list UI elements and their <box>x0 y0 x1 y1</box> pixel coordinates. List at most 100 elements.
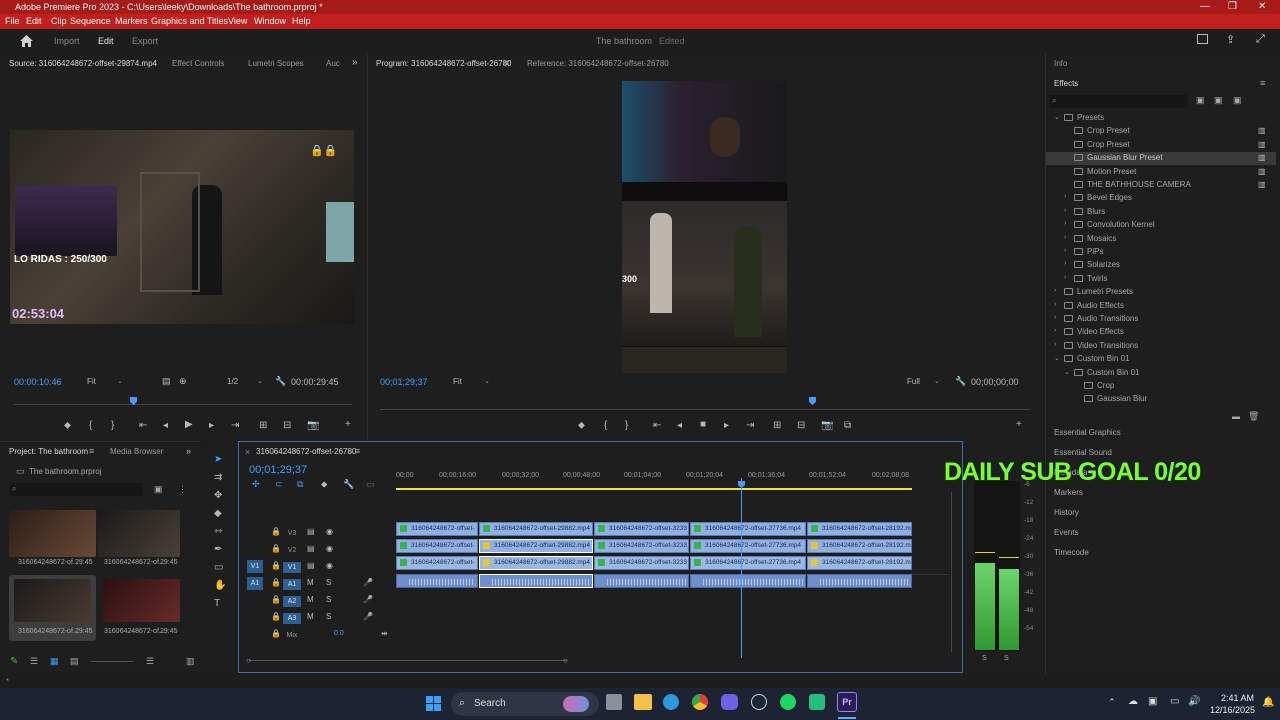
icon-view-icon[interactable]: ▦ <box>50 656 59 667</box>
snap-icon[interactable]: ✣ <box>252 479 260 490</box>
discord-icon[interactable] <box>721 694 738 710</box>
close-icon[interactable]: × <box>245 447 250 457</box>
type-tool-icon[interactable]: T <box>214 598 220 609</box>
effects-tree-item[interactable]: › Audio Transitions <box>1046 313 1276 326</box>
maximize-icon[interactable]: ❐ <box>1228 1 1237 12</box>
menu-edit[interactable]: Edit <box>26 16 42 26</box>
source-patch-toggle[interactable]: A1 <box>247 577 263 590</box>
add-marker-icon[interactable]: ⬥ <box>64 420 71 431</box>
premiere-pro-icon[interactable]: Pr <box>837 692 857 712</box>
go-to-in-icon[interactable]: ⇤ <box>653 420 661 431</box>
timeline-clip[interactable]: 316064248672-offset-28192.m <box>807 539 912 553</box>
timeline-clip[interactable]: 316064248672-offset-28192.m <box>807 556 912 570</box>
effects-tree-item[interactable]: ⌄ Custom Bin 01 <box>1046 367 1276 380</box>
track-header[interactable]: V1 🔒 V1 ▤ ◉ <box>239 560 396 575</box>
timeline-clip[interactable]: 316064248672-offset-29882.mp4 <box>479 556 593 570</box>
effects-tree-item[interactable]: › Twirls <box>1046 273 1276 286</box>
cloud-icon[interactable]: ☁ <box>1128 696 1138 707</box>
track-header[interactable]: 🔒 A2 M S 🎤 <box>239 594 396 609</box>
mute-button[interactable]: M <box>307 578 314 587</box>
effects-tree-item[interactable]: › Audio Effects <box>1046 300 1276 313</box>
effects-tree-item[interactable]: › Lumetri Presets <box>1046 286 1276 299</box>
chevron-right-icon[interactable]: › <box>1064 220 1066 227</box>
effects-tree-item[interactable]: Crop Preset ▥ <box>1046 139 1276 152</box>
panel-menu-icon[interactable]: ≡ <box>89 446 94 456</box>
menu-sequence[interactable]: Sequence <box>70 16 111 26</box>
track-header[interactable]: 🔒 V2 ▤ ◉ <box>239 543 396 558</box>
linked-selection-icon[interactable]: ⊂ <box>275 479 283 490</box>
chevron-down-icon[interactable]: ⌄ <box>1064 368 1070 376</box>
play-icon[interactable]: ▶ <box>185 419 193 430</box>
step-forward-icon[interactable]: ▸ <box>209 420 214 431</box>
delete-icon[interactable]: 🗑 <box>1248 411 1259 422</box>
ripple-edit-icon[interactable]: ✥ <box>214 490 222 501</box>
share-icon[interactable]: ⇪ <box>1226 33 1235 46</box>
microphone-icon[interactable]: 🎤 <box>363 595 373 604</box>
tab-project[interactable]: Project: The bathroom <box>9 447 88 456</box>
windows-start-icon[interactable] <box>426 696 441 711</box>
camera-icon[interactable]: 📷 <box>821 420 833 431</box>
effects-tree-item[interactable]: › Bevel Edges <box>1046 192 1276 205</box>
lock-icon[interactable]: 🔒 <box>271 612 281 621</box>
audio-clip[interactable] <box>479 574 593 588</box>
workspace-icon[interactable] <box>1197 34 1208 44</box>
project-thumbnail[interactable] <box>98 510 180 557</box>
lock-icon[interactable]: 🔒 <box>271 544 281 553</box>
lock-icon[interactable]: 🔒 <box>271 595 281 604</box>
timeline-clip[interactable]: 316064248672-offset-27736.mp4 <box>690 556 806 570</box>
chevron-right-icon[interactable]: › <box>1064 193 1066 200</box>
mute-button[interactable]: M <box>307 612 314 621</box>
tab-import[interactable]: Import <box>54 36 80 46</box>
extract-icon[interactable]: ⊟ <box>797 420 805 431</box>
eye-icon[interactable]: ◉ <box>326 561 333 570</box>
chevron-up-icon[interactable]: ⌃ <box>1108 697 1116 708</box>
accelerated-effects-icon[interactable]: ▣ <box>1196 95 1205 106</box>
timeline-clip[interactable]: 316064248672-offset-29882.mp4 <box>479 522 593 536</box>
panel-tab[interactable]: Timecode <box>1054 548 1089 557</box>
pencil-icon[interactable]: ✎ <box>10 656 18 667</box>
chevron-down-icon[interactable]: ⌄ <box>117 377 123 385</box>
add-marker-icon[interactable]: ⬥ <box>321 479 327 490</box>
mark-out-icon[interactable]: } <box>625 420 628 431</box>
pen-icon[interactable]: ✒ <box>214 544 222 555</box>
panel-menu-icon[interactable]: ≡ <box>504 58 509 68</box>
effects-tree-item[interactable]: › PiPs <box>1046 246 1276 259</box>
vertical-scrollbar[interactable] <box>951 492 952 652</box>
timeline-clip[interactable]: 316064248672-offset-28192.m <box>807 522 912 536</box>
wrench-icon[interactable]: 🔧 <box>275 376 286 387</box>
overwrite-icon[interactable]: ⊟ <box>283 420 291 431</box>
stop-icon[interactable]: ■ <box>700 419 706 430</box>
tab-media-browser[interactable]: Media Browser <box>110 447 163 456</box>
source-fit-select[interactable]: Fit <box>87 377 96 386</box>
clock-date[interactable]: 12/16/2025 <box>1210 705 1255 715</box>
task-view-icon[interactable] <box>606 694 622 710</box>
selection-tool-icon[interactable]: ➤ <box>214 454 222 465</box>
effects-tree-item[interactable]: › Video Effects <box>1046 326 1276 339</box>
track-header[interactable]: 🔒 V3 ▤ ◉ <box>239 526 396 541</box>
sort-icon[interactable]: ☰ <box>146 656 154 667</box>
program-quality-select[interactable]: Full <box>907 377 920 386</box>
panel-tab[interactable]: Essential Graphics <box>1054 428 1121 437</box>
solo-button[interactable]: S <box>326 612 331 621</box>
go-to-out-icon[interactable]: ⇥ <box>231 420 239 431</box>
tab-effects[interactable]: Effects <box>1054 79 1078 88</box>
audio-clip[interactable] <box>690 574 806 588</box>
panel-tab[interactable]: Events <box>1054 528 1078 537</box>
audio-clip[interactable] <box>807 574 912 588</box>
source-resolution-select[interactable]: 1/2 <box>227 377 238 386</box>
menu-file[interactable]: File <box>5 16 20 26</box>
chevron-right-icon[interactable]: › <box>1064 260 1066 267</box>
minimize-icon[interactable]: — <box>1200 1 1210 12</box>
mix-end-icon[interactable]: ⇹ <box>381 629 388 638</box>
panel-tab[interactable]: Markers <box>1054 488 1083 497</box>
32bit-effects-icon[interactable]: ▣ <box>1214 95 1223 106</box>
program-timecode[interactable]: 00;01;29;37 <box>380 377 428 387</box>
mark-in-icon[interactable]: { <box>604 420 607 431</box>
audio-clip[interactable] <box>594 574 689 588</box>
zoom-slider[interactable] <box>91 661 133 662</box>
step-back-icon[interactable]: ◂ <box>163 420 168 431</box>
lift-icon[interactable]: ⊞ <box>773 420 781 431</box>
track-header[interactable]: 🔒 A3 M S 🎤 <box>239 611 396 626</box>
go-to-in-icon[interactable]: ⇤ <box>139 420 147 431</box>
chevron-right-icon[interactable]: › <box>1054 341 1056 348</box>
